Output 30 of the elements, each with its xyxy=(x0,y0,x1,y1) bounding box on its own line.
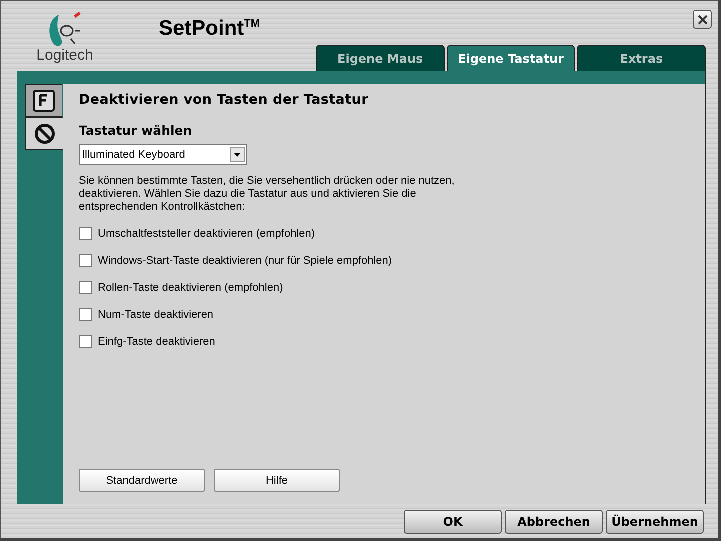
checkbox[interactable] xyxy=(79,281,92,294)
brand-name: Logitech xyxy=(36,47,94,64)
checkbox-label: Einfg-Taste deaktivieren xyxy=(98,336,216,348)
dialog-button[interactable]: Abbrechen xyxy=(505,510,603,534)
side-tab[interactable] xyxy=(25,117,63,150)
prohibited-icon xyxy=(34,122,56,144)
close-button[interactable] xyxy=(693,10,712,29)
checkbox[interactable] xyxy=(79,308,92,321)
tab[interactable]: Extras xyxy=(577,45,706,71)
checkbox-label: Umschaltfeststeller deaktivieren (empfohlen) xyxy=(98,228,316,240)
keyboard-dropdown[interactable]: Illuminated Keyboard xyxy=(79,144,247,165)
checkbox-label: Windows-Start-Taste deaktivieren (nur für Spiele empfohlen) xyxy=(98,254,392,266)
tab[interactable]: Eigene Tastatur xyxy=(446,45,576,71)
page-button[interactable]: Standardwerte xyxy=(79,469,205,492)
page-heading: Deaktivieren von Tasten der Tastatur xyxy=(79,92,370,108)
page-button[interactable]: Hilfe xyxy=(214,469,340,492)
dialog-button[interactable]: Übernehmen xyxy=(606,510,704,534)
key-icon xyxy=(33,90,55,112)
checkbox-label: Num-Taste deaktivieren xyxy=(98,308,214,320)
checkbox[interactable] xyxy=(79,254,92,267)
checkbox[interactable] xyxy=(79,335,92,348)
tab[interactable]: Eigene Maus xyxy=(316,45,445,71)
keyboard-label: Tastatur wählen xyxy=(79,123,194,138)
description-text: Sie können bestimmte Tasten, die Sie versehentlich drücken oder nie nutzen, deaktivieren. Wählen Sie dazu die Tastatur aus und aktivieren Sie die entsprechenden Kontrollkästchen: xyxy=(79,175,456,214)
side-tab[interactable] xyxy=(25,84,62,117)
checkbox-label: Rollen-Taste deaktivieren (empfohlen) xyxy=(98,282,284,294)
app-title: SetPoint$^{TM}$ xyxy=(159,17,260,41)
close-icon xyxy=(698,14,708,24)
checkbox[interactable] xyxy=(79,227,92,240)
dialog-button[interactable]: OK xyxy=(404,510,502,534)
